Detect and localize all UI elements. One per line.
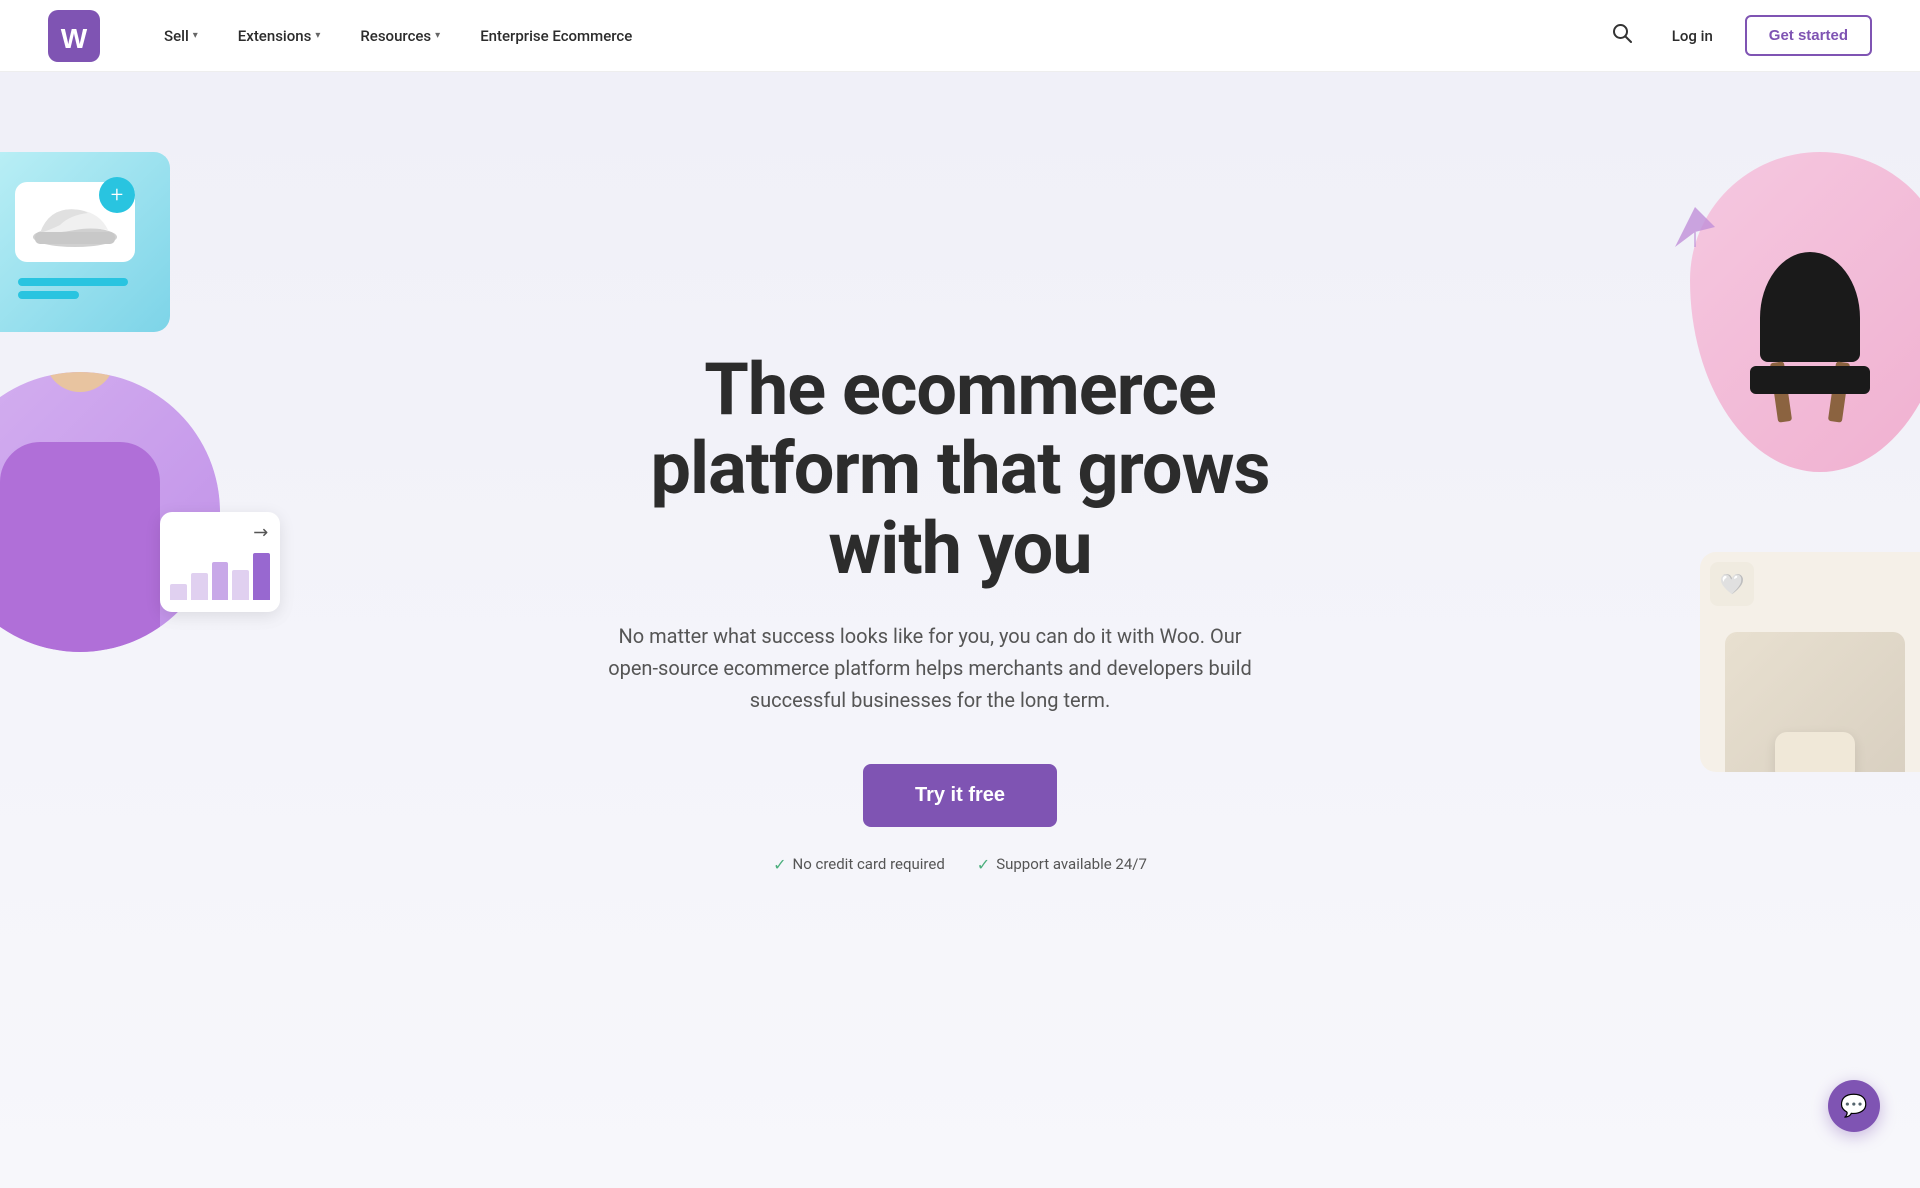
chart-bar-5 — [253, 553, 270, 600]
extensions-chevron-icon: ▾ — [315, 30, 320, 41]
trend-arrow-icon: ↗ — [248, 520, 274, 546]
hero-section: + ↗ — [0, 72, 1920, 1172]
nav-sell[interactable]: Sell ▾ — [148, 19, 214, 53]
hero-title: The ecommerce platform that grows with y… — [600, 350, 1320, 588]
chair-back — [1760, 252, 1860, 362]
check-icon-2: ✓ — [977, 855, 990, 874]
chart-bar-1 — [170, 584, 187, 601]
hero-content: The ecommerce platform that grows with y… — [600, 350, 1320, 874]
chart-bars — [170, 545, 270, 600]
resources-chevron-icon: ▾ — [435, 30, 440, 41]
product-image-right — [1725, 632, 1905, 772]
chart-bar-2 — [191, 573, 208, 601]
chart-bar-3 — [212, 562, 229, 601]
navigation: W Sell ▾ Extensions ▾ Resources ▾ Enterp… — [0, 0, 1920, 72]
search-button[interactable] — [1604, 15, 1640, 56]
sell-chevron-icon: ▾ — [193, 30, 198, 41]
deco-product-card-left: + — [0, 152, 170, 332]
chart-bar-4 — [232, 570, 249, 600]
chat-button[interactable]: 💬 — [1828, 1080, 1880, 1132]
add-product-icon[interactable]: + — [99, 177, 135, 213]
svg-text:W: W — [61, 23, 88, 54]
chair-seat — [1750, 366, 1870, 394]
search-icon — [1612, 23, 1632, 43]
sneaker-card: + — [10, 172, 140, 312]
nav-extensions[interactable]: Extensions ▾ — [222, 19, 337, 53]
person-body — [0, 442, 160, 652]
card-lines — [18, 278, 128, 304]
nav-right: Log in Get started — [1604, 15, 1872, 56]
deco-product-card-right: 🤍 — [1700, 552, 1920, 772]
trust-badge-no-credit-card: ✓ No credit card required — [773, 855, 945, 874]
try-it-free-button[interactable]: Try it free — [863, 764, 1057, 827]
deco-right-top — [1660, 152, 1920, 472]
hero-subtitle: No matter what success looks like for yo… — [600, 620, 1260, 716]
heart-icon: 🤍 — [1710, 562, 1754, 606]
paper-plane-icon — [1670, 202, 1725, 256]
nav-enterprise[interactable]: Enterprise Ecommerce — [464, 19, 648, 53]
trust-badges: ✓ No credit card required ✓ Support avai… — [600, 855, 1320, 874]
login-button[interactable]: Log in — [1660, 19, 1725, 53]
nav-resources[interactable]: Resources ▾ — [344, 19, 456, 53]
get-started-button[interactable]: Get started — [1745, 15, 1872, 56]
check-icon-1: ✓ — [773, 855, 786, 874]
person-head — [45, 372, 115, 392]
chair-illustration — [1720, 252, 1900, 452]
paper-plane-svg — [1670, 202, 1720, 252]
logo[interactable]: W — [48, 10, 100, 62]
soap-product — [1775, 732, 1855, 772]
nav-links: Sell ▾ Extensions ▾ Resources ▾ Enterpri… — [148, 19, 1604, 53]
chart-card: ↗ — [160, 512, 280, 612]
chat-icon: 💬 — [1840, 1094, 1867, 1119]
trust-badge-support: ✓ Support available 24/7 — [977, 855, 1147, 874]
